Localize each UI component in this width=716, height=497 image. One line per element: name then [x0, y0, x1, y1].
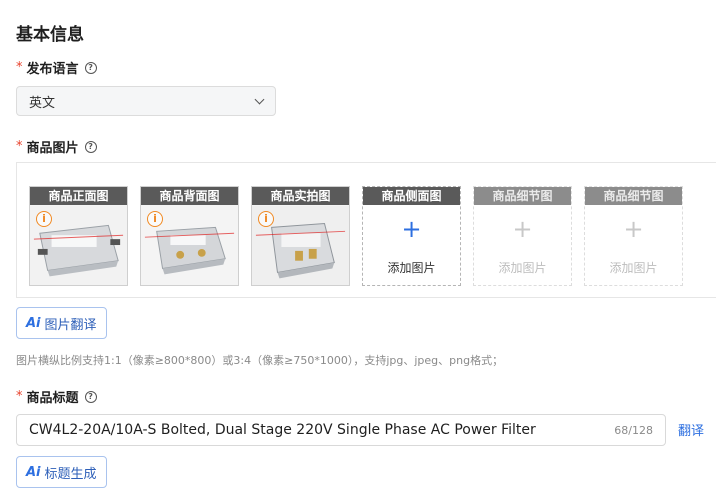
images-label: 商品图片 — [26, 141, 79, 156]
slot-caption: 商品细节图 — [585, 187, 682, 205]
info-circle-icon[interactable]: i — [258, 211, 274, 227]
required-mark: * — [16, 139, 23, 154]
title-translate-link[interactable]: 翻译 — [678, 420, 704, 439]
info-circle-icon[interactable]: i — [36, 211, 52, 227]
product-title-value: CW4L2-20A/10A-S Bolted, Dual Stage 220V … — [29, 422, 536, 438]
language-label-row: * 发布语言 ? — [16, 58, 97, 77]
product-title-input[interactable]: CW4L2-20A/10A-S Bolted, Dual Stage 220V … — [16, 414, 666, 446]
plus-icon: + — [512, 215, 533, 243]
slot-caption: 商品正面图 — [30, 187, 127, 205]
title-generate-label: 标题生成 — [44, 466, 97, 482]
ai-icon: Ai — [26, 315, 41, 331]
question-circle-icon[interactable]: ? — [84, 61, 97, 74]
ai-icon: Ai — [26, 464, 41, 480]
image-slot-back[interactable]: 商品背面图 i — [140, 186, 239, 286]
plus-icon: + — [401, 215, 422, 243]
char-counter: 68/128 — [614, 423, 653, 437]
images-label-row: * 商品图片 ? — [16, 137, 97, 156]
image-slot-front[interactable]: 商品正面图 i — [29, 186, 128, 286]
image-slot-real[interactable]: 商品实拍图 i — [251, 186, 350, 286]
image-slot-detail-1: 商品细节图 + 添加图片 — [473, 186, 572, 286]
image-slot-detail-2: 商品细节图 + 添加图片 — [584, 186, 683, 286]
slot-caption: 商品背面图 — [141, 187, 238, 205]
title-generate-button[interactable]: Ai 标题生成 — [16, 456, 107, 488]
section-title: 基本信息 — [16, 25, 84, 45]
info-circle-icon[interactable]: i — [147, 211, 163, 227]
image-translate-button[interactable]: Ai 图片翻译 — [16, 307, 107, 339]
image-translate-label: 图片翻译 — [44, 317, 97, 333]
language-label: 发布语言 — [26, 62, 79, 77]
add-image-label: 添加图片 — [387, 261, 436, 275]
slot-caption: 商品细节图 — [474, 187, 571, 205]
title-label-row: * 商品标题 ? — [16, 387, 97, 406]
plus-icon: + — [623, 215, 644, 243]
slot-caption: 商品侧面图 — [363, 187, 460, 205]
add-image-label: 添加图片 — [498, 261, 547, 275]
question-circle-icon[interactable]: ? — [84, 390, 97, 403]
title-label: 商品标题 — [26, 391, 79, 406]
language-selected-value: 英文 — [29, 95, 56, 111]
language-select[interactable]: 英文 — [16, 86, 276, 116]
image-format-hint: 图片横纵比例支持1:1（像素≥800*800）或3:4（像素≥750*1000）… — [16, 354, 504, 367]
slot-caption: 商品实拍图 — [252, 187, 349, 205]
chevron-down-icon — [254, 94, 265, 104]
image-slot-side[interactable]: 商品侧面图 + 添加图片 — [362, 186, 461, 286]
required-mark: * — [16, 389, 23, 404]
add-image-label: 添加图片 — [609, 261, 658, 275]
required-mark: * — [16, 60, 23, 75]
question-circle-icon[interactable]: ? — [84, 140, 97, 153]
